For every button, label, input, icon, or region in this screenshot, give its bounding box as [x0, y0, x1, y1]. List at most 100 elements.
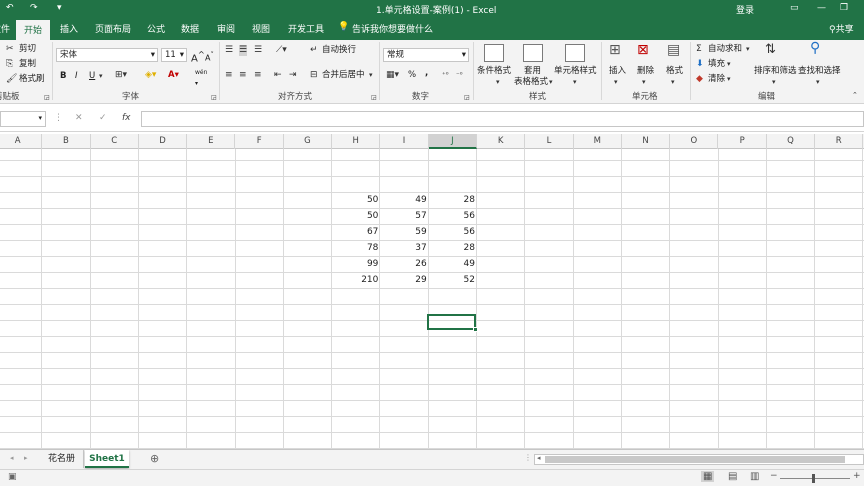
insert-cells-icon[interactable]: ⊞	[609, 43, 621, 57]
scroll-left-icon[interactable]: ◂	[537, 454, 541, 462]
column-header-b[interactable]: B	[42, 134, 91, 149]
zoom-in-icon[interactable]: +	[853, 471, 861, 481]
chevron-down-icon[interactable]: ▾	[816, 77, 820, 88]
chevron-down-icon[interactable]: ▾	[727, 59, 731, 70]
chevron-down-icon[interactable]: ▾	[772, 77, 776, 88]
insert-cells-button[interactable]: 插入	[609, 66, 626, 77]
page-break-view-icon[interactable]: ▥	[750, 471, 759, 482]
wrap-text-button[interactable]: 自动换行	[322, 45, 356, 56]
font-size-select[interactable]: 11 ▾	[161, 48, 187, 62]
percent-button[interactable]: %	[408, 70, 416, 81]
sheet-tab-sheet1[interactable]: Sheet1	[85, 450, 129, 468]
currency-icon[interactable]: ▦▾	[386, 70, 399, 81]
customize-qat-icon[interactable]: ▾	[57, 3, 62, 13]
table-format-icon[interactable]	[523, 44, 543, 62]
table-cell[interactable]: 50	[332, 192, 380, 208]
sort-filter-icon[interactable]: ⇅	[765, 43, 776, 56]
scrollbar-thumb[interactable]	[545, 456, 845, 463]
merge-center-button[interactable]: 合并后居中	[322, 70, 365, 81]
column-header-a[interactable]: A	[0, 134, 43, 149]
table-cell[interactable]: 49	[380, 192, 428, 208]
chevron-down-icon[interactable]: ▾	[549, 77, 553, 88]
table-cell[interactable]: 26	[380, 256, 428, 272]
enter-icon[interactable]: ✓	[99, 113, 107, 123]
column-header-r[interactable]: R	[815, 134, 864, 149]
tab-insert[interactable]: 插入	[60, 22, 78, 35]
decrease-indent-icon[interactable]: ⇤	[274, 70, 282, 81]
fill-color-icon[interactable]: ◈▾	[145, 70, 156, 81]
find-select-button[interactable]: 查找和选择	[798, 66, 841, 77]
cut-button[interactable]: 剪切	[19, 44, 36, 55]
zoom-slider-thumb[interactable]	[812, 474, 815, 483]
bold-button[interactable]: B	[60, 71, 66, 82]
format-cells-button[interactable]: 格式	[666, 66, 683, 77]
tab-page-layout[interactable]: 页面布局	[95, 22, 131, 35]
tab-data[interactable]: 数据	[181, 22, 199, 35]
split-handle[interactable]: ⋮	[524, 453, 532, 462]
table-cell[interactable]: 78	[332, 240, 380, 256]
autosum-button[interactable]: 自动求和	[708, 44, 742, 55]
scroll-tabs-left-icon[interactable]: ◂	[10, 454, 14, 462]
column-header-i[interactable]: I	[380, 134, 429, 149]
chevron-down-icon[interactable]: ▾	[671, 77, 675, 88]
align-bottom-icon[interactable]: ☰	[254, 45, 262, 56]
format-table-label-1[interactable]: 套用	[524, 66, 541, 77]
decrease-decimal-icon[interactable]: ⁻⁰	[456, 70, 463, 81]
column-header-d[interactable]: D	[139, 134, 188, 149]
collapse-ribbon-icon[interactable]: ⌃	[852, 90, 858, 101]
zoom-out-icon[interactable]: −	[770, 471, 778, 481]
name-box[interactable]: ▾	[0, 111, 46, 127]
orientation-icon[interactable]: ⟋▾	[276, 45, 287, 56]
cell-styles-icon[interactable]	[565, 44, 585, 62]
fill-handle[interactable]	[473, 327, 478, 332]
copy-button[interactable]: 复制	[19, 59, 36, 70]
align-top-icon[interactable]: ☰	[225, 45, 233, 56]
sheet-tab-roster[interactable]: 花名册	[40, 450, 84, 468]
chevron-down-icon[interactable]: ▾	[614, 77, 618, 88]
table-cell[interactable]: 50	[332, 208, 380, 224]
conditional-format-button[interactable]: 条件格式	[477, 66, 511, 77]
chevron-down-icon[interactable]: ▾	[369, 70, 373, 81]
page-layout-view-icon[interactable]: ▤	[728, 471, 737, 482]
macro-record-icon[interactable]: ▣	[8, 472, 17, 482]
chevron-down-icon[interactable]: ▾	[727, 74, 731, 85]
table-cell[interactable]: 37	[380, 240, 428, 256]
column-header-k[interactable]: K	[477, 134, 526, 149]
login-link[interactable]: 登录	[736, 3, 754, 16]
cell-styles-button[interactable]: 单元格样式	[554, 66, 597, 77]
fill-button[interactable]: 填充	[708, 59, 725, 70]
delete-cells-icon[interactable]: ⊠	[637, 43, 649, 57]
font-color-button[interactable]: A▾	[168, 70, 179, 81]
table-cell[interactable]: 56	[429, 208, 477, 224]
table-cell[interactable]: 67	[332, 224, 380, 240]
clear-button[interactable]: 清除	[708, 74, 725, 85]
tab-home[interactable]: 开始	[16, 20, 51, 40]
tab-view[interactable]: 视图	[252, 22, 270, 35]
delete-cells-button[interactable]: 删除	[637, 66, 654, 77]
italic-button[interactable]: I	[75, 71, 78, 82]
align-left-icon[interactable]: ≡	[225, 70, 233, 81]
comma-button[interactable]: ,	[425, 68, 428, 79]
tell-me-search[interactable]: 告诉我你想要做什么	[352, 22, 433, 35]
normal-view-icon[interactable]: ▦	[701, 471, 715, 482]
scroll-tabs-right-icon[interactable]: ▸	[24, 454, 28, 462]
chevron-down-icon[interactable]: ▾	[99, 71, 103, 82]
conditional-format-icon[interactable]	[484, 44, 504, 62]
format-painter-button[interactable]: 格式刷	[19, 74, 45, 85]
worksheet-grid[interactable]: 50 49 28 50 57 56 67 59 56 78 37 28 99 26 49 210 29 52	[0, 149, 864, 449]
tab-developer[interactable]: 开发工具	[288, 22, 324, 35]
table-cell[interactable]: 57	[380, 208, 428, 224]
format-table-label-2[interactable]: 表格格式	[514, 77, 548, 88]
column-header-n[interactable]: N	[622, 134, 671, 149]
share-button[interactable]: ⚲共享	[829, 22, 854, 35]
table-cell[interactable]: 29	[380, 272, 428, 288]
table-cell[interactable]: 59	[380, 224, 428, 240]
align-right-icon[interactable]: ≡	[254, 70, 262, 81]
align-center-icon[interactable]: ≡	[239, 70, 247, 81]
tab-formulas[interactable]: 公式	[147, 22, 165, 35]
ribbon-display-options-icon[interactable]: ▭	[790, 3, 799, 13]
phonetic-button[interactable]: wén ▾	[195, 67, 207, 89]
table-cell[interactable]: 28	[429, 192, 477, 208]
column-header-p[interactable]: P	[719, 134, 767, 149]
table-cell[interactable]: 210	[332, 272, 380, 288]
